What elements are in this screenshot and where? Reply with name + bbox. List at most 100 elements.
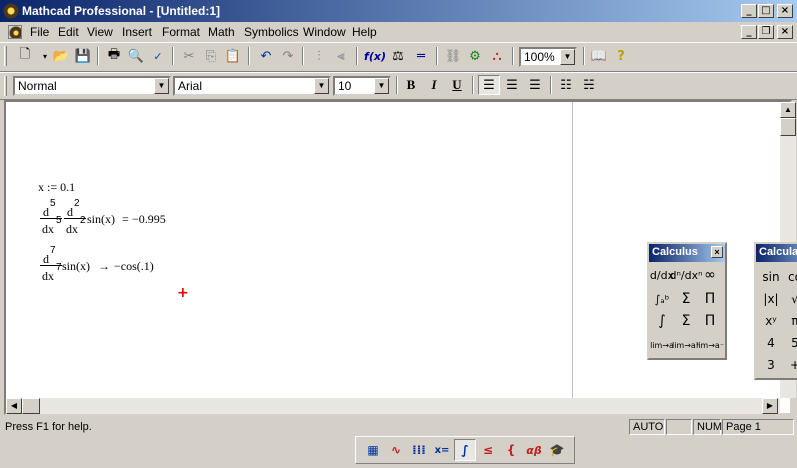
menu-window[interactable]: Window [303,25,346,39]
chevron-down-icon[interactable]: ▼ [560,49,575,65]
palette-title-bar[interactable]: Calculus × [649,244,725,262]
document-icon[interactable] [8,25,22,39]
definite-integral-button[interactable]: ∫ₐᵇ [651,288,673,310]
left-limit-button[interactable]: lim→a⁻ [696,334,724,356]
bullet-list-icon[interactable]: ☷ [555,75,577,95]
product-button[interactable]: Π [699,288,721,310]
scroll-thumb[interactable] [780,118,796,136]
range-sum-button[interactable]: Σ [675,310,697,332]
summation-button[interactable]: Σ [675,288,697,310]
programming-icon[interactable]: { [500,439,522,461]
menu-insert[interactable]: Insert [122,25,152,39]
calculator-icon[interactable]: ▦ [362,439,384,461]
bold-button[interactable]: B [400,75,422,95]
chevron-down-icon[interactable]: ▼ [374,78,389,94]
plus-button[interactable]: + [784,354,797,376]
spell-check-icon[interactable]: ✓ [147,46,169,66]
indefinite-integral-button[interactable]: ∫ [651,310,673,332]
palette-close-icon[interactable]: × [711,246,723,258]
redo-icon[interactable]: ↷ [277,46,299,66]
resource-center-icon[interactable]: 📖 [588,46,610,66]
mathconnex-icon[interactable]: ⛬ [486,46,508,66]
digit-3-button[interactable]: 3 [760,354,782,376]
open-icon[interactable]: 📂 [50,46,72,66]
print-preview-icon[interactable]: 🔍 [125,46,147,66]
palette-title-bar[interactable]: Calcula [756,244,797,262]
digit-4-button[interactable]: 4 [760,332,782,354]
assignment-region[interactable]: x := 0.1 [38,180,75,195]
mathcad-logo-icon[interactable] [3,3,19,19]
evaluation-icon[interactable]: x= [431,439,453,461]
cos-button[interactable]: co [784,266,797,288]
sin-button[interactable]: sin [760,266,782,288]
minimize-button[interactable]: _ [741,4,757,18]
calculus-icon[interactable]: ∫ [454,439,476,461]
doc-minimize-button[interactable]: _ [741,25,757,39]
boolean-icon[interactable]: ≤ [477,439,499,461]
menu-symbolics[interactable]: Symbolics [244,25,299,39]
nth-derivative-button[interactable]: dⁿ/dxⁿ [670,264,703,286]
range-product-button[interactable]: Π [699,310,721,332]
calculate-icon[interactable]: ═ [410,46,432,66]
toolbar-grip[interactable] [4,76,7,96]
insertion-crosshair: + [177,285,189,301]
new-icon[interactable]: 🗋 [14,46,36,66]
matrix-icon[interactable]: ⁞⁞⁞ [408,439,430,461]
chevron-down-icon[interactable]: ▼ [314,78,329,94]
size-select[interactable]: 10 ▼ [333,76,391,96]
menu-math[interactable]: Math [208,25,235,39]
symbolic-icon[interactable]: 🎓 [546,439,568,461]
align-left-icon[interactable]: ☰ [478,75,500,95]
doc-close-button[interactable]: × [777,25,793,39]
graph-icon[interactable]: ∿ [385,439,407,461]
numbered-list-icon[interactable]: ☵ [578,75,600,95]
pi-button[interactable]: π [784,310,797,332]
digit-5-button[interactable]: 5 [784,332,797,354]
print-icon[interactable]: 🖶 [103,46,125,66]
toolbar-grip[interactable] [4,46,7,66]
close-button[interactable]: × [777,4,793,18]
hscroll-thumb[interactable] [22,398,40,414]
scroll-right-icon[interactable]: ▶ [762,398,778,414]
right-limit-button[interactable]: lim→a⁺ [672,334,700,356]
sqrt-button[interactable]: √ [784,288,797,310]
menu-edit[interactable]: Edit [58,25,79,39]
italic-button[interactable]: I [423,75,445,95]
maximize-button[interactable]: □ [758,4,774,18]
limit-button[interactable]: lim→a [650,334,674,356]
cut-icon[interactable]: ✂ [178,46,200,66]
horizontal-scrollbar[interactable]: ◀ ▶ [6,398,780,414]
insert-hyperlink-icon[interactable]: ⛓ [442,46,464,66]
menu-help[interactable]: Help [352,25,377,39]
menu-format[interactable]: Format [162,25,200,39]
greek-icon[interactable]: αβ [523,439,545,461]
calculus-palette[interactable]: Calculus × d/dx dⁿ/dxⁿ ∞ ∫ₐᵇ Σ Π ∫ Σ Π l… [647,242,727,360]
align-center-icon[interactable]: ☰ [501,75,523,95]
scroll-up-icon[interactable]: ▲ [780,102,796,118]
font-select[interactable]: Arial ▼ [173,76,331,96]
zoom-select[interactable]: 100% ▼ [519,47,577,67]
paste-icon[interactable]: 📋 [222,46,244,66]
style-select[interactable]: Normal ▼ [13,76,171,96]
absolute-value-button[interactable]: |x| [760,288,782,310]
insert-function-icon[interactable]: f(x) [364,46,386,66]
menu-file[interactable]: File [30,25,49,39]
infinity-button[interactable]: ∞ [699,264,721,286]
scroll-left-icon[interactable]: ◀ [6,398,22,414]
insert-unit-icon[interactable]: ⚖ [387,46,409,66]
copy-icon[interactable]: ⎘ [200,46,222,66]
save-icon[interactable]: 💾 [72,46,94,66]
doc-restore-button[interactable]: ❐ [758,25,774,39]
calculator-palette[interactable]: Calcula sin co |x| √ xʸ π 4 5 3 + [754,242,797,380]
power-button[interactable]: xʸ [760,310,782,332]
underline-button[interactable]: U [446,75,468,95]
align-across-icon[interactable]: ⫶ [308,46,330,66]
align-down-icon[interactable]: ⫷ [330,46,352,66]
chevron-down-icon[interactable]: ▼ [154,78,169,94]
status-calc-mode: AUTO [629,419,665,435]
undo-icon[interactable]: ↶ [255,46,277,66]
help-icon[interactable]: ? [610,46,632,66]
align-right-icon[interactable]: ☰ [524,75,546,95]
menu-view[interactable]: View [87,25,113,39]
component-wizard-icon[interactable]: ⚙ [464,46,486,66]
